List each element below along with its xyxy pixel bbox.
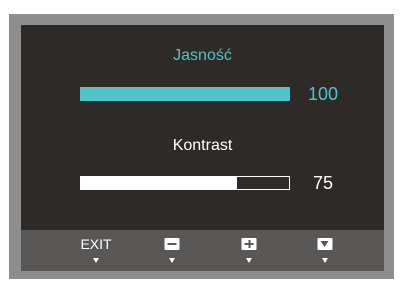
brightness-value: 100 [307,84,339,104]
brightness-slider[interactable] [80,87,290,101]
exit-label: EXIT [80,236,112,252]
down-button[interactable] [302,230,348,271]
down-pointer-icon [169,258,175,263]
minus-button[interactable] [149,230,195,271]
plus-button[interactable] [226,230,272,271]
osd-button-bar: EXIT [21,230,384,271]
contrast-label: Kontrast [172,137,233,154]
brightness-slider-fill [81,88,289,100]
osd-menu-panel: Jasność 100 Kontrast 75 [21,25,384,230]
down-pointer-icon [246,258,252,263]
down-arrow-icon [317,238,333,250]
contrast-value: 75 [312,173,334,193]
plus-icon [241,238,257,250]
contrast-slider-fill [81,177,237,189]
down-pointer-icon [93,258,99,263]
brightness-label: Jasność [173,47,232,64]
minus-icon [164,238,180,250]
contrast-slider[interactable] [80,176,290,190]
down-pointer-icon [322,258,328,263]
exit-button[interactable]: EXIT [73,230,119,271]
